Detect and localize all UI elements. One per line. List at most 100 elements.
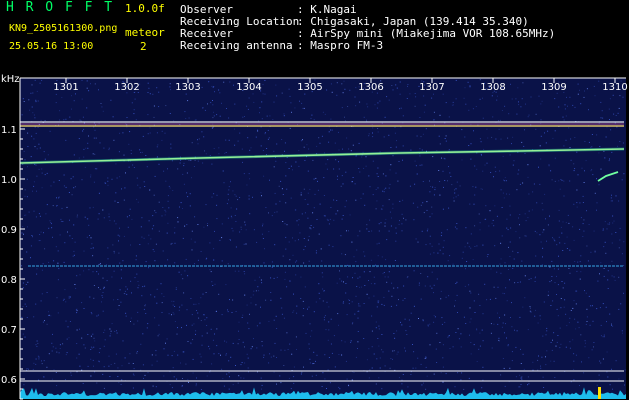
noise-speckle xyxy=(447,180,448,182)
noise-speckle xyxy=(534,230,536,232)
noise-speckle xyxy=(376,358,378,360)
noise-speckle xyxy=(309,362,311,364)
noise-speckle xyxy=(469,85,471,87)
noise-speckle xyxy=(57,312,59,314)
noise-speckle xyxy=(179,306,181,308)
noise-speckle xyxy=(604,241,606,243)
noise-speckle xyxy=(427,276,429,278)
noise-speckle xyxy=(504,180,506,182)
noise-speckle xyxy=(38,356,40,358)
noise-speckle xyxy=(286,188,288,190)
noise-speckle xyxy=(268,231,270,233)
noise-speckle xyxy=(486,256,488,258)
noise-speckle xyxy=(550,360,552,362)
noise-speckle xyxy=(429,191,431,193)
noise-speckle xyxy=(541,264,543,266)
noise-speckle xyxy=(182,378,183,379)
noise-speckle xyxy=(390,305,392,307)
noise-speckle xyxy=(612,215,614,217)
noise-speckle xyxy=(247,137,249,139)
noise-speckle xyxy=(212,339,214,341)
noise-speckle xyxy=(315,250,317,252)
noise-speckle xyxy=(337,210,339,212)
noise-speckle xyxy=(334,366,336,368)
noise-speckle xyxy=(86,236,88,238)
noise-speckle xyxy=(519,374,521,376)
noise-speckle xyxy=(535,255,537,257)
noise-speckle xyxy=(41,363,43,365)
noise-speckle xyxy=(129,353,131,355)
noise-speckle xyxy=(304,93,306,95)
noise-speckle xyxy=(624,369,626,371)
noise-speckle xyxy=(256,325,258,327)
noise-speckle xyxy=(234,144,236,146)
noise-speckle xyxy=(410,312,412,314)
noise-speckle xyxy=(399,220,400,222)
noise-speckle xyxy=(308,260,310,262)
noise-speckle xyxy=(345,200,347,202)
noise-speckle xyxy=(248,173,250,175)
noise-speckle xyxy=(313,311,315,313)
noise-speckle xyxy=(482,340,484,342)
noise-speckle xyxy=(509,154,511,156)
noise-speckle xyxy=(563,195,565,197)
noise-speckle xyxy=(65,301,67,303)
noise-speckle xyxy=(530,278,532,280)
noise-speckle xyxy=(378,377,380,379)
noise-speckle xyxy=(169,384,171,386)
noise-speckle xyxy=(363,116,365,118)
noise-speckle xyxy=(300,192,302,194)
noise-speckle xyxy=(505,287,507,289)
noise-speckle xyxy=(345,292,347,294)
noise-speckle xyxy=(133,167,135,168)
noise-speckle xyxy=(262,238,264,239)
noise-speckle xyxy=(263,262,265,264)
noise-speckle xyxy=(98,352,100,354)
noise-speckle xyxy=(324,378,326,380)
noise-speckle xyxy=(30,156,32,158)
noise-speckle xyxy=(398,223,400,225)
noise-speckle xyxy=(289,95,291,97)
noise-speckle xyxy=(384,225,386,227)
noise-speckle xyxy=(385,259,387,261)
noise-speckle xyxy=(403,285,405,287)
noise-speckle xyxy=(32,368,34,370)
noise-speckle xyxy=(537,369,539,371)
noise-speckle xyxy=(310,228,312,230)
noise-speckle xyxy=(499,263,501,265)
noise-speckle xyxy=(552,339,553,341)
noise-speckle xyxy=(153,194,155,196)
noise-speckle xyxy=(327,369,329,371)
noise-speckle xyxy=(52,236,53,238)
noise-speckle xyxy=(502,292,504,294)
noise-speckle xyxy=(438,243,440,245)
noise-speckle xyxy=(117,234,119,236)
noise-speckle xyxy=(423,95,425,97)
noise-speckle xyxy=(329,218,331,220)
noise-speckle xyxy=(482,313,484,315)
noise-speckle xyxy=(542,256,543,258)
noise-speckle xyxy=(32,190,33,192)
noise-speckle xyxy=(504,385,506,387)
noise-speckle xyxy=(212,117,214,119)
noise-speckle xyxy=(511,302,512,304)
noise-speckle xyxy=(66,206,68,208)
noise-speckle xyxy=(110,99,112,101)
noise-speckle xyxy=(230,181,231,183)
noise-speckle xyxy=(557,315,559,317)
noise-speckle xyxy=(128,143,130,145)
noise-speckle xyxy=(415,165,417,167)
noise-speckle xyxy=(292,237,293,239)
noise-speckle xyxy=(99,288,101,290)
noise-speckle xyxy=(69,296,71,298)
noise-speckle xyxy=(177,217,179,219)
noise-speckle xyxy=(119,227,120,229)
noise-speckle xyxy=(583,372,585,374)
noise-speckle xyxy=(581,167,583,169)
noise-speckle xyxy=(205,258,207,260)
noise-speckle xyxy=(301,371,303,373)
noise-speckle xyxy=(115,223,117,225)
noise-speckle xyxy=(418,282,420,284)
noise-speckle xyxy=(498,337,500,339)
noise-speckle xyxy=(133,323,135,325)
